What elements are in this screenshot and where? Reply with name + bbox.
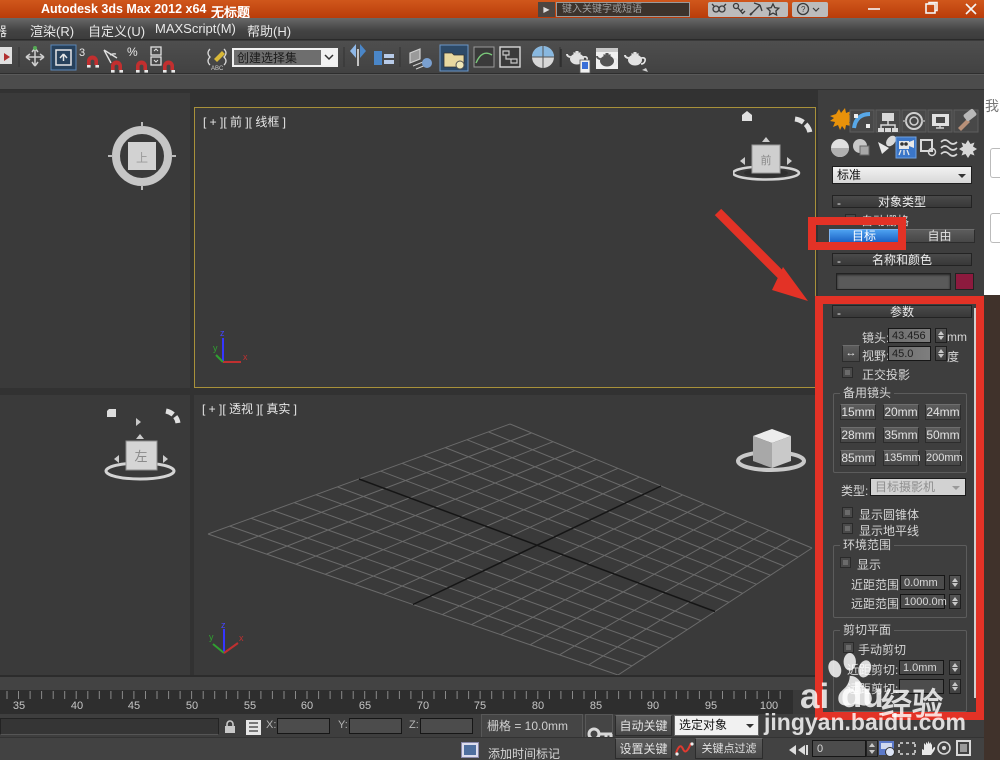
svg-text:3: 3: [79, 47, 85, 59]
svg-text:z: z: [221, 620, 226, 630]
svg-text:y: y: [209, 632, 214, 642]
svg-text:y: y: [213, 343, 218, 353]
svg-text:ABC: ABC: [211, 66, 224, 72]
svg-text:x: x: [239, 633, 244, 643]
svg-text:前: 前: [761, 153, 772, 167]
svg-text:上: 上: [136, 151, 148, 165]
svg-text:z: z: [220, 330, 225, 338]
svg-text:创建选择集: 创建选择集: [237, 50, 297, 65]
svg-text:左: 左: [134, 449, 147, 464]
svg-text:%: %: [127, 45, 138, 59]
svg-text:x: x: [243, 352, 248, 362]
svg-text:?: ?: [801, 5, 806, 14]
